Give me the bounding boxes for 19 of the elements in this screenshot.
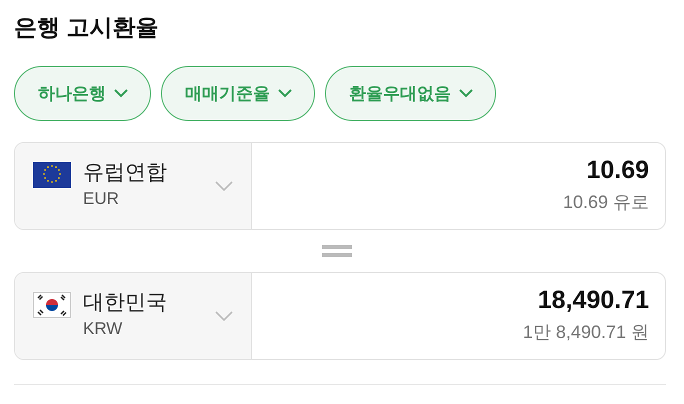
currency-code: KRW (83, 318, 124, 340)
country-name: 대한민국 (83, 290, 168, 316)
currency-selector[interactable]: 대한민국 KRW (15, 273, 252, 359)
amount-value[interactable]: 18,490.71 (538, 283, 649, 317)
amount-in-words: 1만 8,490.71 원 (522, 321, 649, 344)
eu-flag-icon (33, 162, 71, 188)
chevron-down-icon (215, 311, 233, 321)
currency-code: EUR (83, 188, 120, 210)
chevron-down-icon (459, 89, 473, 98)
chevron-down-icon (278, 89, 292, 98)
currency-selector[interactable]: 유럽연합 EUR (15, 143, 252, 229)
chevron-down-icon (114, 89, 128, 98)
chevron-down-icon (215, 181, 233, 191)
country-name: 유럽연합 (83, 160, 168, 186)
korea-flag-icon (33, 292, 71, 318)
page-title: 은행 고시환율 (14, 13, 158, 42)
equals-icon (322, 244, 352, 258)
amount-in-words: 10.69 유로 (562, 191, 649, 214)
amount-value[interactable]: 10.69 (586, 153, 649, 187)
